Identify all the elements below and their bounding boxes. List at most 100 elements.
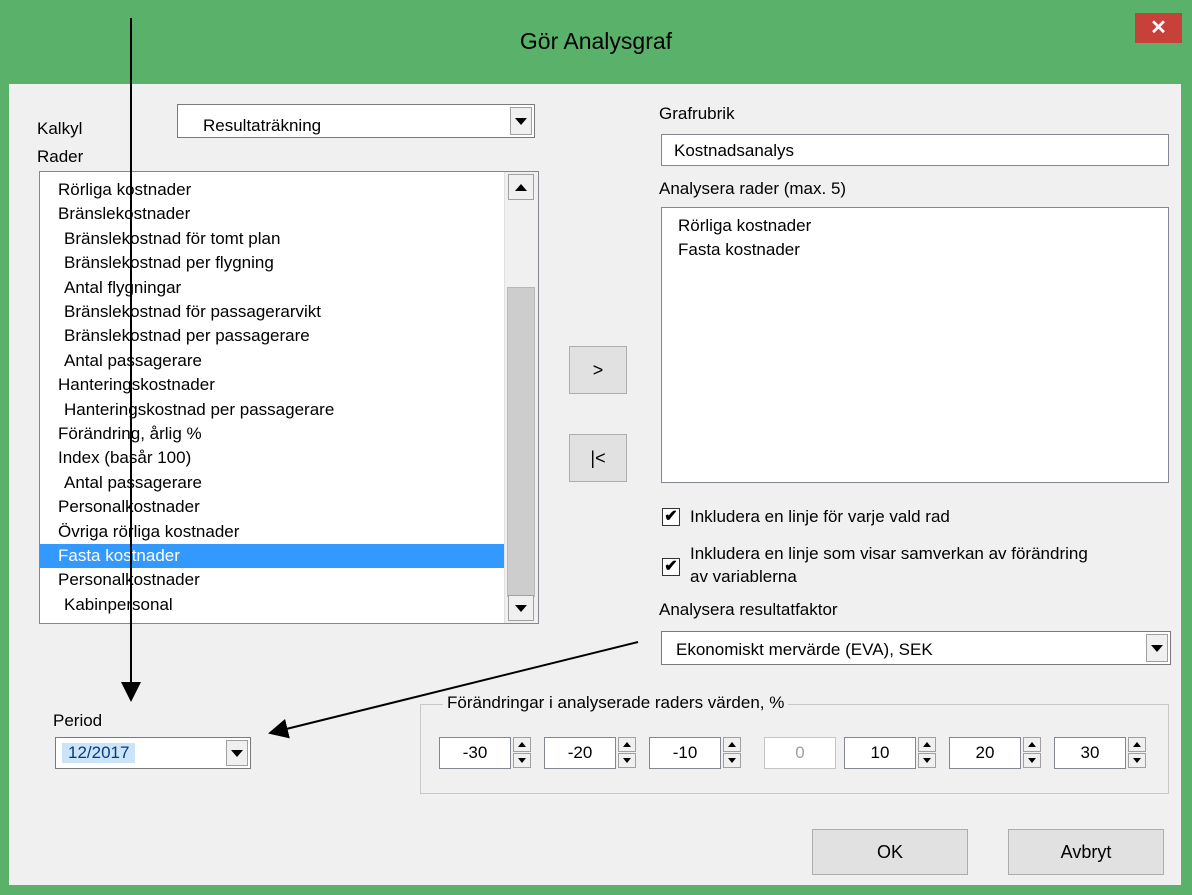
kalkyl-label: Kalkyl [37,119,83,138]
scroll-down-icon[interactable] [508,595,534,621]
scroll-thumb[interactable] [507,287,535,597]
dialog-client-area: Kalkyl Resultaträkning Rader Rörliga kos… [9,84,1181,885]
list-item[interactable]: Antal flygningar [40,276,504,300]
change-spinner[interactable]: 30 [1054,737,1148,769]
list-item[interactable]: Rörliga kostnader [40,178,504,202]
chevron-down-icon[interactable] [1146,634,1168,662]
list-item[interactable]: Fasta kostnader [40,544,504,568]
change-value-input: 0 [764,737,836,769]
spin-up-icon[interactable] [1023,737,1041,752]
list-item[interactable]: Hanteringskostnad per passagerare [40,398,504,422]
list-item-label: Fasta kostnader [58,546,180,565]
list-item-label: Personalkostnader [58,497,200,517]
list-item-label: Antal passagerare [64,472,202,492]
list-item[interactable]: Personalkostnader [40,495,504,519]
list-item[interactable]: Bränslekostnad för tomt plan [40,227,504,251]
change-spinner[interactable]: -20 [544,737,638,769]
rader-list[interactable]: Rörliga kostnader Bränslekostnader Bränsl… [39,171,539,624]
list-item[interactable]: Bränslekostnader [40,202,504,226]
change-spinner[interactable]: 20 [949,737,1043,769]
title-bar: Gör Analysgraf ✕ [0,0,1192,84]
change-value-input[interactable]: -10 [649,737,721,769]
scroll-up-icon[interactable] [508,174,534,200]
spin-down-icon[interactable] [723,753,741,768]
dialog-title: Gör Analysgraf [519,28,673,54]
list-item[interactable]: Kabinpersonal [40,593,504,617]
list-item-label: Bränslekostnad för tomt plan [64,228,281,248]
close-button[interactable]: ✕ [1135,13,1182,43]
checkbox-combined[interactable]: ✔ [662,558,680,576]
period-dropdown[interactable]: 12/2017 [55,737,251,769]
grafrubrik-input[interactable]: Kostnadsanalys [661,134,1169,166]
change-value-input[interactable]: 20 [949,737,1021,769]
list-item-label: Bränslekostnad per passagerare [64,326,310,346]
remove-row-button[interactable]: |< [569,434,627,482]
list-item-label: Hanteringskostnad per passagerare [64,399,335,419]
list-item-label: Bränslekostnad per flygning [64,253,274,273]
change-value-input[interactable]: 30 [1054,737,1126,769]
change-value-input[interactable]: -30 [439,737,511,769]
list-item[interactable]: Antal passagerare [40,471,504,495]
resultatfaktor-dropdown[interactable]: Ekonomiskt mervärde (EVA), SEK [661,631,1171,665]
rader-label: Rader [37,147,84,166]
checkbox-combined-label-line2: av variablerna [690,567,797,586]
list-item[interactable]: Bränslekostnad för passagerarvikt [40,300,504,324]
spin-up-icon[interactable] [723,737,741,752]
kalkyl-value: Resultaträkning [203,116,322,135]
change-spinner[interactable]: -30 [439,737,533,769]
change-spinner[interactable]: 10 [844,737,938,769]
list-item-label: Antal flygningar [64,277,182,297]
checkbox-each-row[interactable]: ✔ [662,508,680,526]
list-item[interactable]: Förändring, årlig % [40,422,504,446]
list-item-label: Personalkostnader [58,570,200,590]
list-item-label: Rörliga kostnader [58,180,192,199]
list-item[interactable]: Antal passagerare [40,349,504,373]
list-item[interactable]: Bränslekostnad per passagerare [40,324,504,348]
kalkyl-dropdown[interactable]: Resultaträkning [177,104,535,138]
spin-up-icon[interactable] [618,737,636,752]
grafrubrik-label: Grafrubrik [659,104,735,123]
spin-down-icon[interactable] [918,753,936,768]
list-item-label: Hanteringskostnader [58,375,215,395]
checkbox-combined-label-line1: Inkludera en linje som visar samverkan a… [690,544,1088,563]
grafrubrik-value: Kostnadsanalys [674,141,795,160]
list-item-label: Övriga rörliga kostnader [58,521,240,541]
analysera-rader-label: Analysera rader (max. 5) [659,179,847,198]
spin-down-icon[interactable] [618,753,636,768]
changes-group-title: Förändringar i analyserade raders värden… [443,693,789,713]
selected-list-item[interactable]: Rörliga kostnader [662,214,1168,238]
list-item-label: Förändring, årlig % [58,424,202,443]
period-value: 12/2017 [62,743,136,763]
list-item-label: Index (basår 100) [58,448,192,468]
spin-down-icon[interactable] [1023,753,1041,768]
list-item-label: Bränslekostnad för passagerarvikt [64,302,322,321]
list-item[interactable]: Personalkostnader [40,568,504,592]
period-label: Period [53,711,103,730]
resultatfaktor-value: Ekonomiskt mervärde (EVA), SEK [676,640,933,659]
spin-down-icon[interactable] [513,753,531,768]
chevron-down-icon[interactable] [510,107,532,135]
cancel-button[interactable]: Avbryt [1008,829,1164,875]
ok-button[interactable]: OK [812,829,968,875]
list-item-label: Antal passagerare [64,350,202,370]
chevron-down-icon[interactable] [226,740,248,766]
spin-up-icon[interactable] [1128,737,1146,752]
list-item[interactable]: Bränslekostnad per flygning [40,251,504,275]
change-value-input[interactable]: -20 [544,737,616,769]
selected-list-item[interactable]: Fasta kostnader [662,238,1168,262]
list-item[interactable]: Hanteringskostnader [40,373,504,397]
add-row-button[interactable]: > [569,346,627,394]
list-item-label: Kabinpersonal [64,594,173,614]
list-item[interactable]: Övriga rörliga kostnader [40,520,504,544]
spin-up-icon[interactable] [918,737,936,752]
change-value-input[interactable]: 10 [844,737,916,769]
spin-up-icon[interactable] [513,737,531,752]
checkbox-each-row-label: Inkludera en linje för varje vald rad [690,507,950,526]
resultatfaktor-label: Analysera resultatfaktor [659,600,838,619]
spin-down-icon[interactable] [1128,753,1146,768]
list-item[interactable]: Index (basår 100) [40,446,504,470]
list-item-label: Bränslekostnader [58,204,191,224]
analysera-rader-list[interactable]: Rörliga kostnader Fasta kostnader [661,207,1169,483]
change-spinner[interactable]: -10 [649,737,743,769]
rader-scrollbar[interactable] [504,172,538,623]
